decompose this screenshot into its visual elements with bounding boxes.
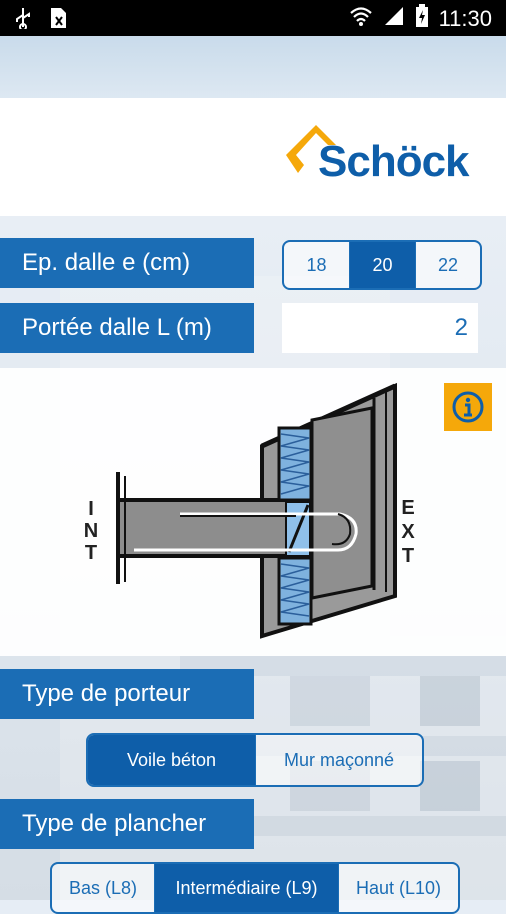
brand-logo: Schöck xyxy=(286,123,472,193)
interior-label: I N T xyxy=(83,498,99,564)
thickness-label: Ep. dalle e (cm) xyxy=(0,238,254,288)
span-input[interactable]: 2 xyxy=(282,303,478,353)
exterior-label: E X T xyxy=(401,497,415,567)
thickness-option-22[interactable]: 22 xyxy=(415,242,480,288)
support-type-label: Type de porteur xyxy=(0,669,254,719)
support-option-concrete[interactable]: Voile béton xyxy=(88,735,255,785)
wifi-icon xyxy=(349,5,373,33)
floor-option-intermediate[interactable]: Intermédiaire (L9) xyxy=(154,864,338,912)
thickness-option-20[interactable]: 20 xyxy=(349,242,415,288)
support-type-selector[interactable]: Voile béton Mur maçonné xyxy=(86,733,424,787)
info-button[interactable] xyxy=(444,383,492,431)
info-icon xyxy=(452,391,484,423)
no-sim-icon xyxy=(48,7,68,34)
header-band xyxy=(0,36,506,98)
thickness-selector[interactable]: 18 20 22 xyxy=(282,240,482,290)
floor-type-selector[interactable]: Bas (L8) Intermédiaire (L9) Haut (L10) xyxy=(50,862,460,914)
logo-text: Schöck xyxy=(318,137,470,186)
battery-icon xyxy=(415,4,429,34)
status-bar: 11:30 xyxy=(0,0,506,36)
clock: 11:30 xyxy=(438,6,492,31)
thickness-option-18[interactable]: 18 xyxy=(284,242,349,288)
support-option-masonry[interactable]: Mur maçonné xyxy=(255,735,422,785)
floor-option-low[interactable]: Bas (L8) xyxy=(52,864,154,912)
logo-bar: Schöck xyxy=(0,98,506,216)
usb-icon xyxy=(14,7,32,34)
slab-section-drawing xyxy=(116,382,397,639)
floor-type-label: Type de plancher xyxy=(0,799,254,849)
thermal-break-diagram: I N T E X T xyxy=(0,368,506,656)
span-label: Portée dalle L (m) xyxy=(0,303,254,353)
signal-icon xyxy=(383,5,405,33)
floor-option-high[interactable]: Haut (L10) xyxy=(338,864,458,912)
